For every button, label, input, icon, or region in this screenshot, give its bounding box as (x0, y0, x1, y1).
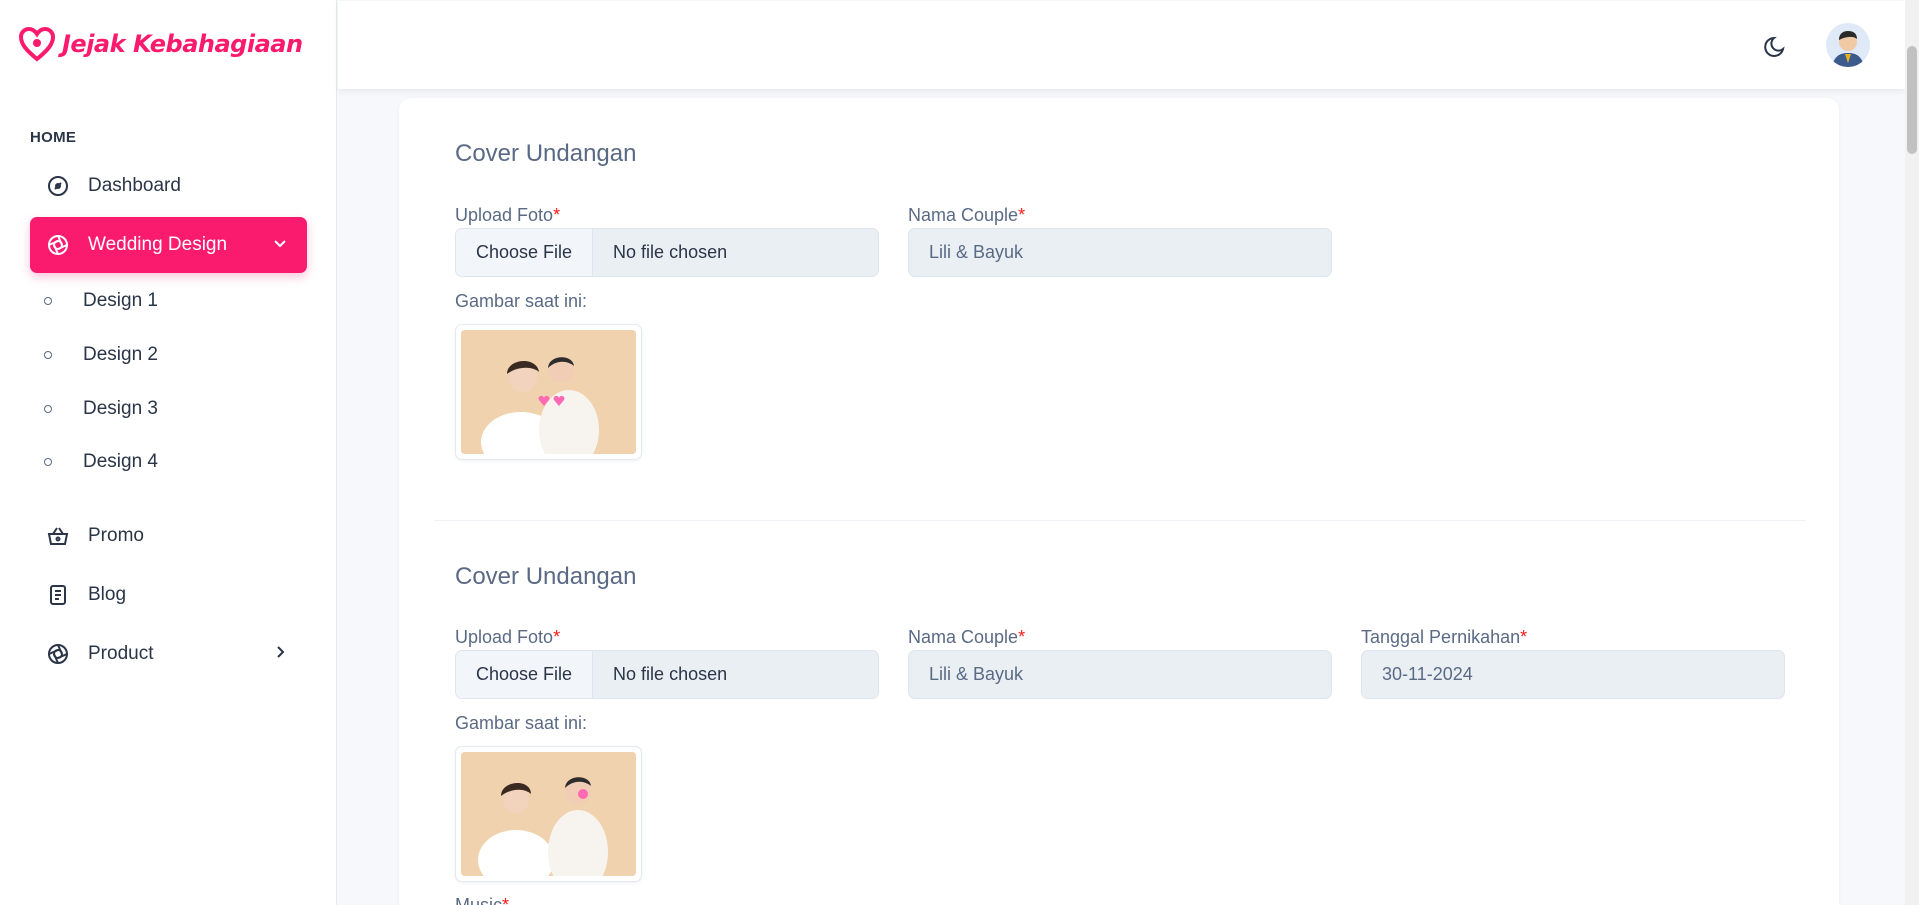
nama-couple-label: Nama Couple* (908, 205, 1026, 225)
aperture-icon (44, 231, 72, 259)
chevron-right-icon (277, 646, 285, 658)
brand-logo[interactable]: Jejak Kebahagiaan (18, 26, 303, 62)
dashboard-gauge-icon (44, 172, 72, 200)
section-title: Cover Undangan (455, 563, 637, 590)
moon-icon[interactable] (1761, 31, 1791, 61)
aperture-icon (44, 640, 72, 668)
choose-file-button[interactable]: Choose File (456, 651, 594, 698)
sidebar-item-label: Blog (88, 584, 127, 605)
subitem-label: Design 1 (83, 290, 158, 311)
bullet-circle-icon (44, 297, 52, 305)
sidebar-item-wedding-design[interactable]: Wedding Design (30, 217, 307, 273)
topbar (338, 1, 1905, 89)
upload-foto-input[interactable]: Choose File No file chosen (455, 228, 879, 277)
choose-file-button[interactable]: Choose File (456, 229, 594, 276)
bullet-circle-icon (44, 405, 52, 413)
couple-photo (461, 752, 636, 876)
sidebar-item-label: Product (88, 643, 154, 664)
sidebar-item-label: Wedding Design (88, 234, 228, 255)
heart-logo-icon (18, 26, 56, 62)
tanggal-pernikahan-field[interactable]: 30-11-2024 (1361, 650, 1785, 699)
sidebar-subitem-design-4[interactable]: Design 4 (44, 442, 158, 482)
scrollbar-thumb[interactable] (1907, 46, 1917, 154)
tanggal-pernikahan-label: Tanggal Pernikahan* (1361, 627, 1528, 647)
section-title: Cover Undangan (455, 140, 637, 167)
nav-caption-home: HOME (30, 129, 77, 146)
current-image-label: Gambar saat ini: (455, 713, 588, 733)
subitem-label: Design 2 (83, 344, 158, 365)
sidebar-item-blog[interactable]: Blog (30, 567, 307, 623)
document-icon (44, 581, 72, 609)
subitem-label: Design 3 (83, 398, 158, 419)
subitem-label: Design 4 (83, 451, 158, 472)
sidebar-item-label: Dashboard (88, 175, 181, 196)
section-divider (434, 520, 1806, 521)
sidebar-subitem-design-3[interactable]: Design 3 (44, 389, 158, 429)
sidebar-item-dashboard[interactable]: Dashboard (30, 158, 307, 214)
sidebar-item-promo[interactable]: Promo (30, 508, 307, 564)
upload-foto-label: Upload Foto* (455, 627, 561, 647)
sidebar-item-product[interactable]: Product (30, 626, 307, 682)
nama-couple-label: Nama Couple* (908, 627, 1026, 647)
sidebar-subitem-design-1[interactable]: Design 1 (44, 281, 158, 321)
file-status: No file chosen (613, 242, 728, 262)
basket-icon (44, 522, 72, 550)
sidebar-subitem-design-2[interactable]: Design 2 (44, 335, 158, 375)
current-cover-image (455, 324, 642, 460)
bullet-circle-icon (44, 351, 52, 359)
current-cover-image (455, 746, 642, 882)
upload-foto-input[interactable]: Choose File No file chosen (455, 650, 879, 699)
file-status: No file chosen (613, 664, 728, 684)
current-image-label: Gambar saat ini: (455, 291, 588, 311)
chevron-down-icon (274, 240, 286, 248)
sidebar: Jejak Kebahagiaan HOME Dashboard Wedding… (0, 0, 337, 905)
user-avatar[interactable] (1826, 23, 1870, 67)
sidebar-item-label: Promo (88, 525, 144, 546)
upload-foto-label: Upload Foto* (455, 205, 561, 225)
brand-name: Jejak Kebahagiaan (62, 30, 303, 58)
couple-photo (461, 330, 636, 454)
nama-couple-field[interactable]: Lili & Bayuk (908, 228, 1332, 277)
music-label: Music* (455, 895, 510, 905)
nama-couple-field[interactable]: Lili & Bayuk (908, 650, 1332, 699)
bullet-circle-icon (44, 458, 52, 466)
